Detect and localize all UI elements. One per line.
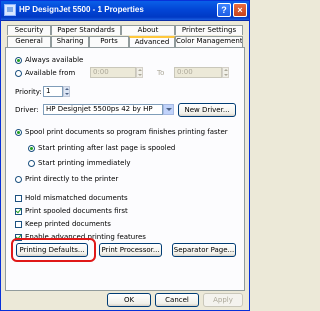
tab-advanced[interactable]: Advanced	[129, 36, 175, 47]
spool-radio[interactable]	[15, 129, 22, 136]
new-driver-button[interactable]: New Driver...	[178, 103, 236, 117]
help-button[interactable]: ?	[217, 3, 231, 17]
always-available-radio[interactable]	[15, 57, 22, 64]
hold-mismatched-checkbox[interactable]	[15, 195, 22, 202]
print-direct-label: Print directly to the printer	[25, 175, 119, 183]
always-available-label: Always available	[25, 56, 84, 64]
priority-label: Priority:	[15, 88, 42, 96]
tab-general[interactable]: General	[7, 36, 51, 47]
tab-ports[interactable]: Ports	[89, 36, 129, 47]
properties-dialog: HP DesignJet 5500 - 1 Properties ? × Sec…	[0, 0, 250, 311]
print-processor-button[interactable]: Print Processor...	[99, 243, 162, 257]
tab-sharing[interactable]: Sharing	[51, 36, 89, 47]
driver-label: Driver:	[15, 106, 39, 114]
tab-about[interactable]: About	[121, 25, 175, 35]
print-spooled-first-label: Print spooled documents first	[25, 207, 128, 215]
close-button[interactable]: ×	[233, 3, 247, 17]
print-spooled-first-checkbox[interactable]	[15, 208, 22, 215]
separator-page-button[interactable]: Separator Page...	[172, 243, 236, 257]
tab-strip: Security Paper Standards About Printer S…	[5, 25, 245, 47]
available-to-time[interactable]: 0:00	[174, 67, 222, 78]
print-direct-radio[interactable]	[15, 176, 22, 183]
hold-mismatched-label: Hold mismatched documents	[25, 194, 128, 202]
ok-button[interactable]: OK	[107, 293, 151, 307]
tab-paper-standards[interactable]: Paper Standards	[51, 25, 121, 35]
keep-printed-checkbox[interactable]	[15, 221, 22, 228]
driver-select[interactable]: HP Designjet 5500ps 42 by HP	[43, 104, 163, 115]
cancel-button[interactable]: Cancel	[155, 293, 199, 307]
spool-label: Spool print documents so program finishe…	[25, 128, 228, 136]
start-immediately-radio[interactable]	[28, 160, 35, 167]
available-from-time[interactable]: 0:00	[90, 67, 136, 78]
chevron-down-icon[interactable]	[163, 104, 174, 115]
available-from-label: Available from	[25, 69, 76, 77]
keep-printed-label: Keep printed documents	[25, 220, 111, 228]
start-immediately-label: Start printing immediately	[38, 159, 131, 167]
tab-printer-settings[interactable]: Printer Settings	[175, 25, 243, 35]
tab-color-management[interactable]: Color Management	[175, 36, 243, 47]
start-after-last-radio[interactable]	[28, 145, 35, 152]
to-time-spinner[interactable]	[222, 67, 229, 78]
start-after-last-label: Start printing after last page is spoole…	[38, 144, 176, 152]
title-bar[interactable]: HP DesignJet 5500 - 1 Properties ? ×	[1, 1, 249, 21]
available-from-radio[interactable]	[15, 70, 22, 77]
to-label: To	[157, 69, 165, 77]
priority-spinner[interactable]	[63, 86, 70, 97]
printer-icon	[4, 4, 16, 16]
from-time-spinner[interactable]	[136, 67, 143, 78]
apply-button[interactable]: Apply	[203, 293, 243, 307]
window-title: HP DesignJet 5500 - 1 Properties	[19, 5, 144, 14]
priority-field[interactable]: 1	[43, 86, 63, 97]
highlight-ring	[11, 238, 96, 262]
tab-security[interactable]: Security	[7, 25, 51, 35]
